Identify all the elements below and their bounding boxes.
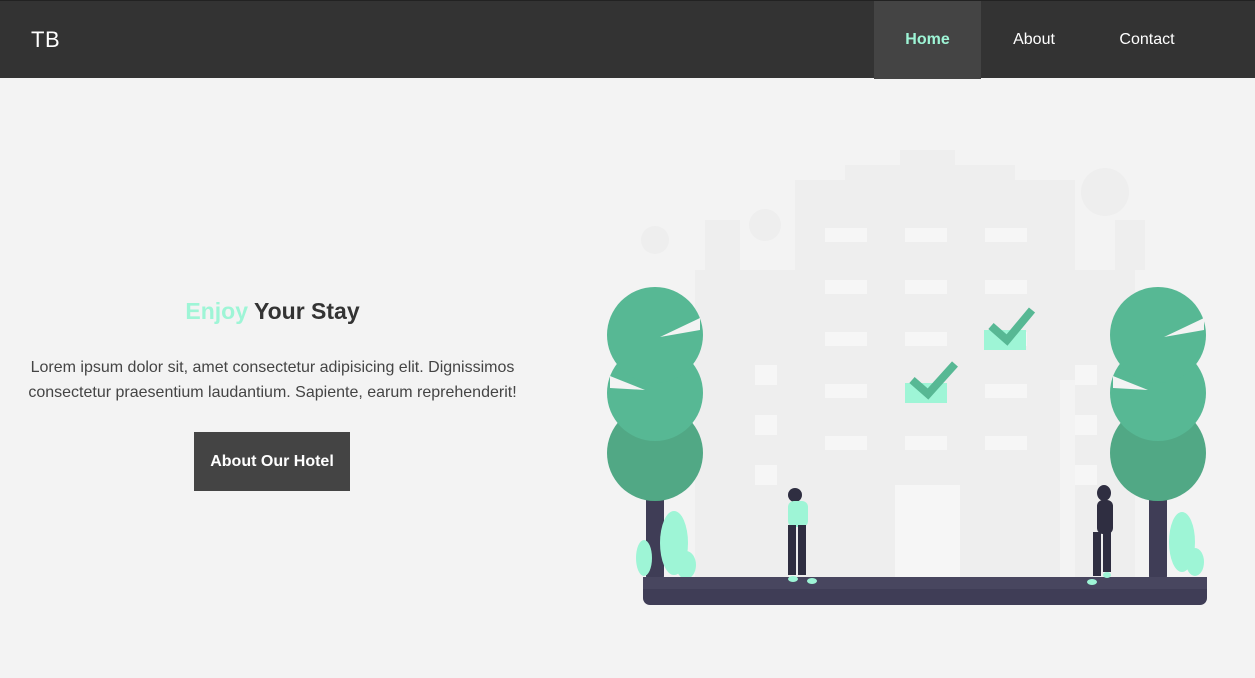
hero-description: Lorem ipsum dolor sit, amet consectetur …	[28, 359, 517, 401]
hero-title-rest: Your Stay	[253, 298, 360, 324]
nav-link-about[interactable]: About	[981, 1, 1087, 79]
hotel-illustration	[607, 150, 1207, 605]
hero-title: Enjoy Your Stay	[20, 298, 525, 325]
leaf-icon	[636, 511, 696, 579]
nav-link-home[interactable]: Home	[874, 1, 981, 79]
leaf-icon	[1169, 512, 1204, 576]
building-icon	[641, 150, 1145, 580]
tree-icon	[607, 287, 703, 585]
about-hotel-button[interactable]: About Our Hotel	[194, 432, 350, 491]
main-nav: Home About Contact	[874, 1, 1207, 79]
hero-section: Enjoy Your Stay Lorem ipsum dolor sit, a…	[20, 298, 525, 405]
nav-link-contact[interactable]: Contact	[1087, 1, 1207, 79]
hero-title-accent: Enjoy	[185, 298, 248, 324]
brand-logo[interactable]: TB	[31, 27, 60, 53]
navbar: TB Home About Contact	[0, 0, 1255, 79]
